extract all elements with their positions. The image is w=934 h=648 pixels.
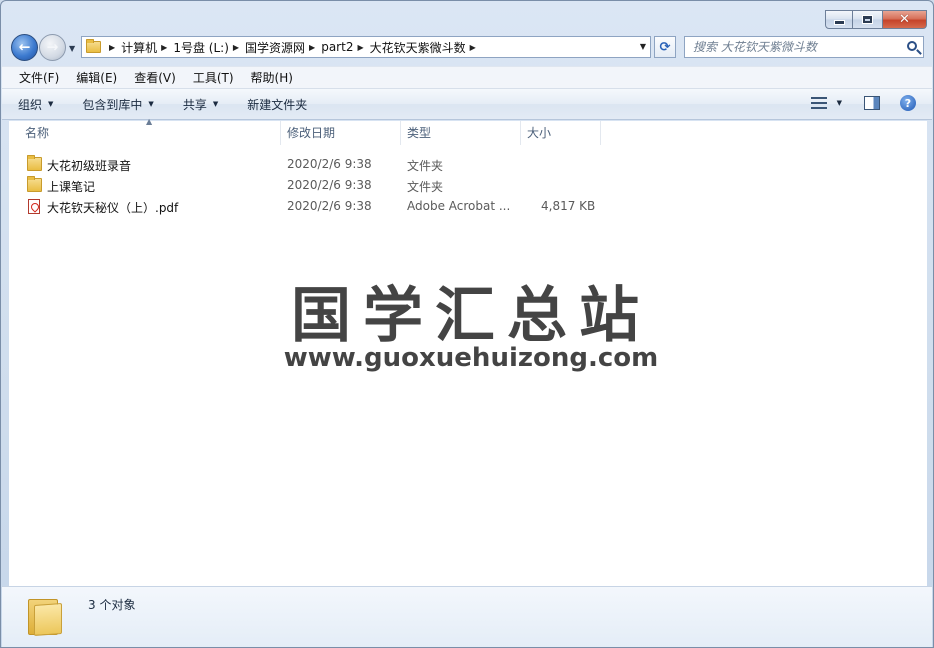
breadcrumb-guoxue[interactable]: 国学资源网	[245, 39, 305, 56]
change-view-icon[interactable]	[810, 97, 827, 109]
file-date: 2020/2/6 9:38	[287, 199, 372, 213]
chevron-down-icon: ▼	[148, 100, 154, 108]
folder-icon	[28, 595, 62, 636]
include-in-library-button[interactable]: 包含到库中 ▼	[82, 96, 153, 113]
file-date: 2020/2/6 9:38	[287, 157, 372, 171]
search-box[interactable]	[684, 36, 924, 58]
menu-file[interactable]: 文件(F)	[10, 69, 67, 86]
file-row[interactable]: 上课笔记 2020/2/6 9:38 文件夹	[9, 175, 927, 196]
details-pane: 3 个对象	[2, 586, 932, 647]
file-name: 上课笔记	[47, 180, 96, 194]
chevron-right-icon[interactable]: ▶	[233, 43, 239, 52]
chevron-right-icon[interactable]: ▶	[109, 43, 115, 52]
file-type: 文件夹	[407, 159, 444, 173]
chevron-down-icon: ▼	[48, 100, 54, 108]
caption-buttons: ✕	[825, 10, 927, 29]
forward-button[interactable]: →	[39, 34, 66, 61]
organize-label: 组织	[18, 97, 43, 112]
folder-icon	[86, 39, 101, 53]
back-button[interactable]: ←	[11, 34, 38, 61]
menu-edit[interactable]: 编辑(E)	[67, 69, 125, 86]
search-input[interactable]	[693, 40, 893, 54]
watermark-title: 国学汇总站	[291, 281, 651, 351]
refresh-button[interactable]: ⟳	[654, 36, 676, 58]
item-count: 3 个对象	[88, 598, 136, 612]
forward-arrow-icon: →	[46, 39, 59, 56]
recent-pages-dropdown[interactable]: ▼	[69, 44, 75, 53]
share-label: 共享	[182, 97, 207, 112]
column-headers: ▲ 名称 修改日期 类型 大小	[9, 117, 927, 145]
menu-tools[interactable]: 工具(T)	[184, 69, 242, 86]
file-list-pane[interactable]: ▲ 名称 修改日期 类型 大小 大花初级班录音 2020/2/6 9:38 文件…	[9, 117, 927, 586]
new-folder-button[interactable]: 新建文件夹	[247, 96, 307, 113]
file-name: 大花初级班录音	[47, 159, 132, 173]
chevron-right-icon[interactable]: ▶	[470, 43, 476, 52]
address-bar[interactable]: ▶ 计算机 ▶ 1号盘 (L:) ▶ 国学资源网 ▶ part2 ▶ 大花钦天紫…	[81, 36, 651, 58]
include-in-library-label: 包含到库中	[82, 97, 143, 112]
file-type: 文件夹	[407, 180, 444, 194]
column-header-type[interactable]: 类型	[401, 121, 521, 145]
menu-bar: 文件(F) 编辑(E) 查看(V) 工具(T) 帮助(H)	[2, 66, 932, 89]
file-type: Adobe Acrobat ...	[407, 199, 511, 213]
explorer-window: ✕ ← → ▼ ▶ 计算机 ▶ 1号盘 (L:) ▶ 国学资源网 ▶ part2…	[0, 0, 934, 648]
maximize-button[interactable]	[853, 10, 883, 29]
search-icon[interactable]	[907, 41, 917, 51]
back-arrow-icon: ←	[18, 39, 31, 56]
chevron-down-icon: ▼	[212, 100, 219, 108]
file-row[interactable]: 大花初级班录音 2020/2/6 9:38 文件夹	[9, 154, 927, 175]
command-bar: 组织 ▼ 包含到库中 ▼ 共享 ▼ 新建文件夹 ▼ ?	[2, 89, 932, 120]
preview-pane-icon[interactable]	[864, 96, 880, 110]
column-header-name[interactable]: 名称	[19, 121, 281, 145]
folder-icon	[27, 155, 42, 171]
file-rows: 大花初级班录音 2020/2/6 9:38 文件夹 上课笔记 2020/2/6 …	[9, 154, 927, 217]
help-icon[interactable]: ?	[900, 95, 916, 111]
pdf-icon	[28, 199, 40, 214]
organize-button[interactable]: 组织 ▼	[18, 96, 53, 113]
share-button[interactable]: 共享 ▼	[183, 96, 218, 113]
minimize-button[interactable]	[825, 10, 853, 29]
file-size: 4,817 KB	[541, 199, 596, 213]
menu-view[interactable]: 查看(V)	[125, 69, 184, 86]
menu-help[interactable]: 帮助(H)	[242, 69, 301, 86]
column-header-date-modified[interactable]: 修改日期	[281, 121, 401, 145]
breadcrumb-part2[interactable]: part2	[321, 40, 353, 54]
file-date: 2020/2/6 9:38	[287, 178, 372, 192]
minimize-icon	[833, 20, 845, 25]
file-row[interactable]: 大花钦天秘仪（上）.pdf 2020/2/6 9:38 Adobe Acroba…	[9, 196, 927, 217]
view-controls: ▼ ?	[810, 95, 916, 111]
new-folder-label: 新建文件夹	[247, 97, 308, 112]
refresh-icon: ⟳	[659, 39, 671, 55]
column-header-size[interactable]: 大小	[521, 121, 601, 145]
breadcrumb-computer[interactable]: 计算机	[121, 39, 157, 56]
close-button[interactable]: ✕	[883, 10, 927, 29]
breadcrumb-current-folder[interactable]: 大花钦天紫微斗数	[370, 39, 466, 56]
chevron-right-icon[interactable]: ▶	[309, 43, 315, 52]
breadcrumb-drive[interactable]: 1号盘 (L:)	[173, 39, 229, 56]
view-options-dropdown[interactable]: ▼	[837, 99, 842, 107]
watermark-url: www.guoxuehuizong.com	[283, 343, 659, 373]
address-dropdown[interactable]: ▼	[640, 42, 646, 51]
close-icon: ✕	[899, 12, 910, 27]
file-name: 大花钦天秘仪（上）.pdf	[47, 201, 179, 215]
chevron-right-icon[interactable]: ▶	[161, 43, 167, 52]
chevron-right-icon[interactable]: ▶	[357, 43, 363, 52]
navigation-row: ← → ▼ ▶ 计算机 ▶ 1号盘 (L:) ▶ 国学资源网 ▶ part2 ▶…	[9, 33, 927, 61]
folder-icon	[27, 176, 42, 192]
maximize-icon	[862, 15, 873, 24]
